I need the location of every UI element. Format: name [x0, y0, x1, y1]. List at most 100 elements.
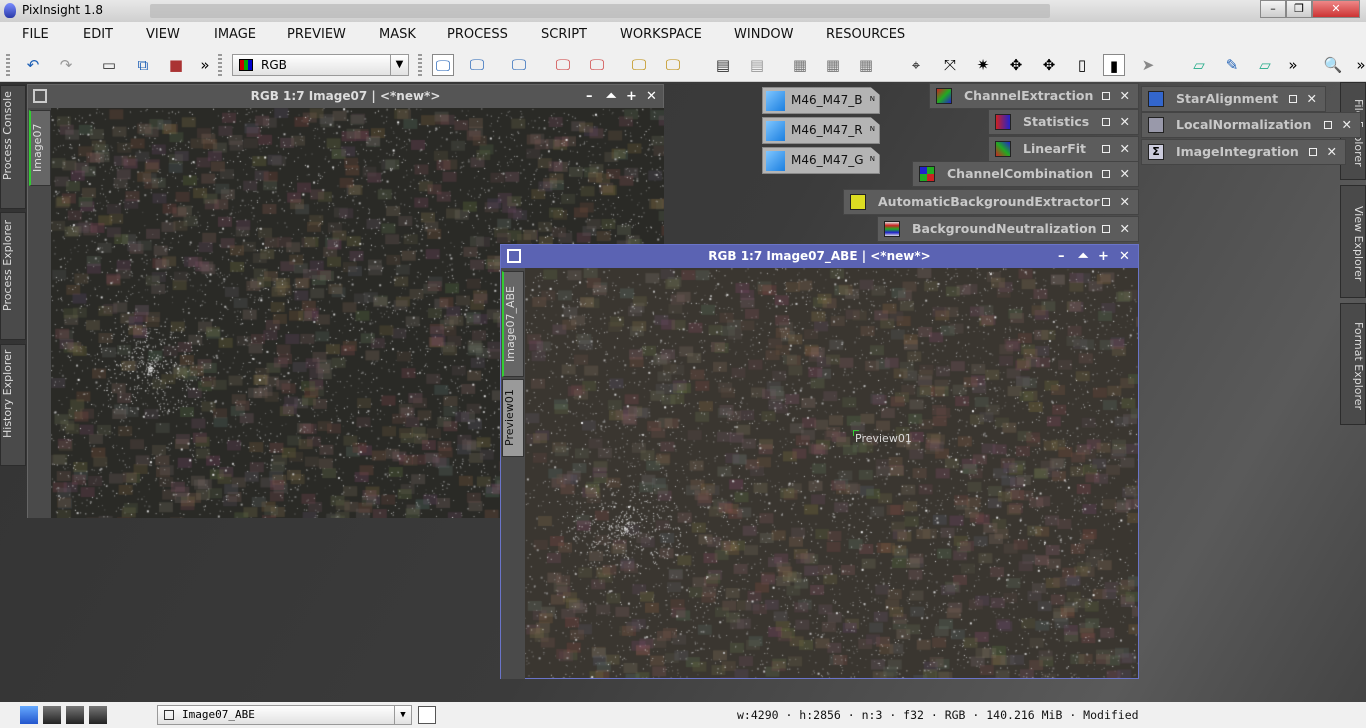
preview-icon-3[interactable]: ▦ [855, 54, 877, 76]
iconize-icon[interactable] [1289, 95, 1297, 103]
zoom-in-icon[interactable]: 🔍 [1322, 54, 1344, 76]
minimize-icon[interactable]: – [1058, 245, 1065, 268]
stf-off-icon[interactable]: 🖵 [552, 54, 574, 76]
close-icon[interactable]: ✕ [646, 85, 657, 108]
overflow-icon[interactable]: » [1282, 54, 1304, 76]
process-icon-channelextraction[interactable]: ChannelExtraction ✕ [929, 83, 1139, 109]
iconize-icon[interactable] [1309, 148, 1317, 156]
image-icon-m46-b[interactable]: M46_M47_B N [762, 87, 880, 114]
menu-preview[interactable]: PREVIEW [287, 27, 346, 42]
channel-select[interactable]: RGB ▼ [232, 54, 409, 76]
process-icon-channelcombination[interactable]: ChannelCombination ✕ [912, 161, 1139, 187]
mask-show-icon[interactable]: ▤ [712, 54, 734, 76]
shade-icon[interactable]: ⏶ [606, 85, 616, 108]
close-button[interactable]: ✕ [1312, 0, 1360, 18]
preview-mode-icon[interactable]: ▯ [1071, 54, 1093, 76]
toolbar-grip[interactable] [6, 54, 10, 76]
process-icon-backgroundneutralization[interactable]: BackgroundNeutralization ✕ [877, 216, 1139, 242]
new-process-icon[interactable]: ▱ [1188, 54, 1210, 76]
window-title[interactable]: RGB 1:7 Image07_ABE | <*new*> [501, 245, 1138, 268]
sidebar-tab-view-explorer[interactable]: View Explorer [1340, 185, 1366, 298]
menu-view[interactable]: VIEW [146, 27, 180, 42]
toolbar-grip[interactable] [218, 54, 222, 76]
close-icon[interactable]: ✕ [1120, 84, 1130, 108]
undo-icon[interactable]: ↶ [22, 54, 44, 76]
sidebar-tab-process-console[interactable]: Process Console [0, 85, 26, 209]
auto-stretch-icon[interactable]: 🖵 [628, 54, 650, 76]
close-icon[interactable]: ✕ [1327, 140, 1337, 164]
minimize-icon[interactable]: – [586, 85, 593, 108]
image-window-image07-abe[interactable]: RGB 1:7 Image07_ABE | <*new*> – ⏶ + ✕ Im… [500, 244, 1139, 679]
image-icon-m46-r[interactable]: M46_M47_R N [762, 117, 880, 144]
view-window-button[interactable] [418, 706, 436, 724]
mask-remove-icon[interactable]: ▤ [746, 54, 768, 76]
image-canvas[interactable] [525, 268, 1138, 678]
iconize-icon[interactable] [1102, 145, 1110, 153]
workspace-4-button[interactable] [89, 706, 107, 724]
workspace-2-button[interactable] [43, 706, 61, 724]
window-title[interactable]: RGB 1:7 Image07 | <*new*> [28, 85, 663, 108]
stf-off2-icon[interactable]: 🖵 [586, 54, 608, 76]
process-icon-staralignment[interactable]: StarAlignment ✕ [1141, 86, 1326, 112]
zoom-fit-icon[interactable]: ⤧ [939, 54, 961, 76]
close-icon[interactable]: ✕ [1120, 190, 1130, 214]
display-24bit-icon[interactable]: 🖵 [466, 54, 488, 76]
process-icon-abe[interactable]: AutomaticBackgroundExtractor ✕ [843, 189, 1139, 215]
display-icon[interactable]: 🖵 [432, 54, 454, 76]
iconize-icon[interactable] [1102, 118, 1110, 126]
close-icon[interactable]: ✕ [1307, 87, 1317, 111]
edit-process-icon[interactable]: ✎ [1221, 54, 1243, 76]
shade-icon[interactable]: ⏶ [1078, 245, 1088, 268]
preview-icon-2[interactable]: ▦ [822, 54, 844, 76]
close-icon[interactable]: ✕ [1120, 162, 1130, 186]
image-icon-m46-g[interactable]: M46_M47_G N [762, 147, 880, 174]
close-icon[interactable]: ✕ [1120, 110, 1130, 134]
maximize-icon[interactable]: + [626, 85, 637, 108]
workspace-1-button[interactable] [20, 706, 38, 724]
minimize-button[interactable]: – [1260, 0, 1286, 18]
pointer-icon[interactable]: ➤ [1137, 54, 1159, 76]
reset-display-icon[interactable]: 🖵 [508, 54, 530, 76]
tab-preview01[interactable]: Preview01 [502, 379, 524, 457]
sidebar-tab-format-explorer[interactable]: Format Explorer [1340, 303, 1366, 425]
add-process-icon[interactable]: ▱ [1254, 54, 1276, 76]
menu-resources[interactable]: RESOURCES [826, 27, 905, 42]
zoom-out-mode-icon[interactable]: ✥ [1005, 54, 1027, 76]
maximize-button[interactable]: ❐ [1286, 0, 1312, 18]
close-icon[interactable]: ✕ [1120, 217, 1130, 241]
edit-preview-icon[interactable]: ▮ [1103, 54, 1125, 76]
menu-edit[interactable]: EDIT [83, 27, 113, 42]
process-icon-localnormalization[interactable]: LocalNormalization ✕ [1141, 112, 1361, 138]
sidebar-tab-process-explorer[interactable]: Process Explorer [0, 212, 26, 340]
sidebar-tab-history-explorer[interactable]: History Explorer [0, 344, 26, 466]
menu-window[interactable]: WINDOW [734, 27, 794, 42]
iconize-icon[interactable] [1102, 225, 1110, 233]
redo-icon[interactable]: ↷ [55, 54, 77, 76]
auto-stretch-boost-icon[interactable]: 🖵 [662, 54, 684, 76]
menu-workspace[interactable]: WORKSPACE [620, 27, 702, 42]
menu-file[interactable]: FILE [22, 27, 49, 42]
rename-view-icon[interactable]: ▭ [98, 54, 120, 76]
close-icon[interactable]: ✕ [1120, 137, 1130, 161]
toolbar-grip[interactable] [418, 54, 422, 76]
workspace-3-button[interactable] [66, 706, 84, 724]
overflow-icon[interactable]: » [194, 54, 216, 76]
maximize-icon[interactable]: + [1098, 245, 1109, 268]
preview-icon-1[interactable]: ▦ [789, 54, 811, 76]
process-icon-linearfit[interactable]: LinearFit ✕ [988, 136, 1139, 162]
pan-mode-icon[interactable]: ✥ [1038, 54, 1060, 76]
process-icon-statistics[interactable]: Statistics ✕ [988, 109, 1139, 135]
menu-script[interactable]: SCRIPT [541, 27, 587, 42]
new-image-icon[interactable]: ⧉ [132, 54, 154, 76]
process-icon-imageintegration[interactable]: Σ ImageIntegration ✕ [1141, 139, 1346, 165]
iconize-icon[interactable] [1324, 121, 1332, 129]
iconize-icon[interactable] [1102, 92, 1110, 100]
color-icon[interactable]: ■ [165, 54, 187, 76]
iconize-icon[interactable] [1102, 198, 1110, 206]
menu-process[interactable]: PROCESS [447, 27, 508, 42]
overflow-icon[interactable]: » [1350, 54, 1366, 76]
close-icon[interactable]: ✕ [1342, 113, 1352, 137]
tab-image07[interactable]: Image07 [29, 110, 51, 186]
menu-image[interactable]: IMAGE [214, 27, 256, 42]
menu-mask[interactable]: MASK [379, 27, 416, 42]
